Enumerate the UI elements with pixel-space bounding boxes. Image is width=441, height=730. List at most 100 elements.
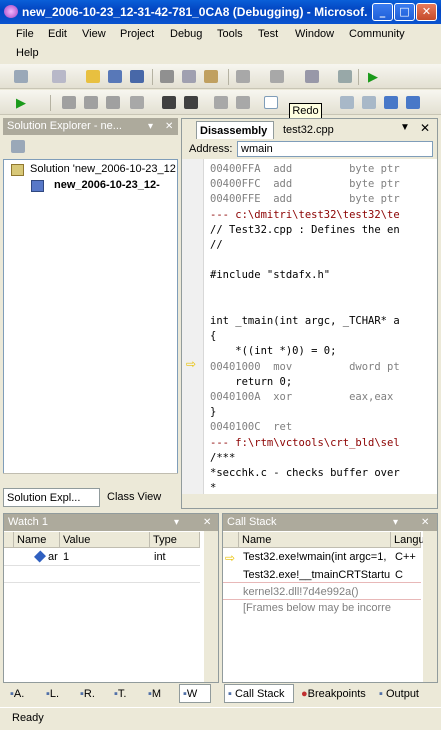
- find-icon[interactable]: [338, 70, 352, 83]
- menu-tools[interactable]: Tools: [217, 28, 243, 40]
- watch-header-name[interactable]: Name: [14, 532, 60, 548]
- menu-test[interactable]: Test: [258, 28, 278, 40]
- menu-help[interactable]: Help: [16, 47, 39, 59]
- horizontal-scrollbar[interactable]: [182, 494, 437, 508]
- outdent-icon[interactable]: [184, 96, 198, 109]
- properties-icon[interactable]: [11, 140, 25, 153]
- callstack-row-2-name[interactable]: kernel32.dll!7d4e992a(): [243, 586, 391, 598]
- app-icon: [4, 5, 18, 18]
- vertical-scrollbar[interactable]: [204, 531, 218, 682]
- menu-project[interactable]: Project: [120, 28, 154, 40]
- table-row-empty[interactable]: [4, 566, 200, 583]
- bookmark-icon[interactable]: [264, 96, 278, 109]
- callstack-header-name[interactable]: Name: [239, 532, 391, 548]
- horizontal-scrollbar[interactable]: [3, 473, 178, 489]
- paste-icon[interactable]: [204, 70, 218, 83]
- tab-disassembly[interactable]: Disassembly: [196, 121, 274, 140]
- new-project-icon[interactable]: [14, 70, 28, 83]
- code-line: 00400FFA add byte ptr: [210, 163, 400, 175]
- tab-test32-cpp[interactable]: test32.cpp: [280, 121, 340, 140]
- toolbar-separator: [50, 95, 51, 111]
- menu-window[interactable]: Window: [295, 28, 334, 40]
- save-icon[interactable]: [108, 70, 122, 83]
- tree-item-solution[interactable]: Solution 'new_2006-10-23_12: [30, 163, 176, 175]
- step-over-icon[interactable]: [84, 96, 98, 109]
- address-input[interactable]: wmain: [237, 141, 433, 157]
- open-folder-icon[interactable]: [86, 70, 100, 83]
- cut-icon[interactable]: [160, 70, 174, 83]
- table-row[interactable]: ar 1 int: [4, 549, 200, 566]
- tab-class-view[interactable]: Class View: [104, 488, 176, 507]
- code-area[interactable]: 00400FFA add byte ptr 00400FFC add byte p…: [182, 159, 437, 494]
- tab-threads[interactable]: ▪T.: [111, 685, 141, 704]
- code-line: {: [210, 330, 217, 343]
- watch-header-value[interactable]: Value: [60, 532, 150, 548]
- tab-breakpoints[interactable]: ●Breakpoints: [298, 685, 370, 704]
- callstack-row-0-name[interactable]: Test32.exe!wmain(int argc=1,: [243, 551, 391, 563]
- watch-menu-icon[interactable]: ▾: [174, 514, 179, 531]
- uncomment-icon[interactable]: [236, 96, 250, 109]
- callstack-close-icon[interactable]: ✕: [421, 514, 429, 531]
- add-item-icon[interactable]: [52, 70, 66, 83]
- tab-dropdown-icon[interactable]: ▼: [400, 122, 410, 133]
- tab-autos[interactable]: ▪A.: [7, 685, 35, 704]
- step-out-icon[interactable]: [106, 96, 120, 109]
- tab-solution-explorer[interactable]: Solution Expl...: [3, 488, 100, 507]
- tab-threads-label: T.: [117, 688, 127, 700]
- toolbar-separator: [152, 69, 153, 85]
- vertical-scrollbar[interactable]: [423, 531, 437, 682]
- clear-bookmarks-icon[interactable]: [406, 96, 420, 109]
- start-debug-icon[interactable]: ▶: [368, 69, 378, 85]
- indent-icon[interactable]: [162, 96, 176, 109]
- bottom-left-tab-strip: ▪A. ▪L. ▪R. ▪T. ▪M ▪W: [3, 683, 219, 705]
- tab-registers[interactable]: ▪R.: [77, 685, 107, 704]
- menu-bar: File Edit View Project Debug Tools Test …: [0, 24, 441, 64]
- panel-menu-icon[interactable]: ▾: [148, 118, 153, 135]
- close-button[interactable]: ✕: [416, 3, 437, 21]
- solution-explorer-title-text: Solution Explorer - ne...: [7, 120, 122, 132]
- menu-edit[interactable]: Edit: [48, 28, 67, 40]
- watch-header-spacer: [4, 532, 14, 548]
- continue-icon[interactable]: ▶: [16, 95, 26, 111]
- menu-community[interactable]: Community: [349, 28, 405, 40]
- callstack-header-language[interactable]: Langu: [391, 532, 425, 548]
- menu-file[interactable]: File: [16, 28, 34, 40]
- window-title: new_2006-10-23_12-31-42-781_0CA8 (Debugg…: [22, 5, 367, 19]
- redo-icon[interactable]: [270, 70, 284, 83]
- prev-bookmark-icon[interactable]: [340, 96, 354, 109]
- next-file-bookmark-icon[interactable]: [384, 96, 398, 109]
- watch-row-value[interactable]: 1: [63, 551, 69, 563]
- minimize-button[interactable]: _: [372, 3, 393, 21]
- watch-header-type[interactable]: Type: [150, 532, 200, 548]
- tab-disassembly-label: Disassembly: [200, 125, 268, 137]
- callstack-menu-icon[interactable]: ▾: [393, 514, 398, 531]
- next-bookmark-icon[interactable]: [362, 96, 376, 109]
- undo-icon[interactable]: [236, 70, 250, 83]
- code-line: #include "stdafx.h": [210, 269, 331, 282]
- copy-icon[interactable]: [182, 70, 196, 83]
- title-bar: new_2006-10-23_12-31-42-781_0CA8 (Debugg…: [0, 0, 441, 24]
- tab-output[interactable]: ▪ Output: [376, 685, 434, 704]
- save-all-icon[interactable]: [130, 70, 144, 83]
- tab-call-stack[interactable]: ▪ Call Stack: [224, 684, 294, 703]
- comment-icon[interactable]: [214, 96, 228, 109]
- panel-close-icon[interactable]: ✕: [165, 118, 173, 135]
- watch-close-icon[interactable]: ✕: [203, 514, 211, 531]
- navigate-icon[interactable]: [305, 70, 319, 83]
- tab-watch[interactable]: ▪W: [179, 684, 211, 703]
- tree-item-project[interactable]: new_2006-10-23_12-: [54, 179, 160, 191]
- maximize-button[interactable]: □: [394, 3, 415, 21]
- callstack-title-text: Call Stack: [227, 516, 277, 528]
- menu-debug[interactable]: Debug: [170, 28, 202, 40]
- tab-memory[interactable]: ▪M: [145, 685, 175, 704]
- document-close-icon[interactable]: ✕: [420, 121, 430, 135]
- callstack-row-1-name[interactable]: Test32.exe!__tmainCRTStartu: [243, 569, 391, 581]
- callstack-row-3-name[interactable]: [Frames below may be incorrec: [243, 602, 391, 614]
- tab-call-stack-label: Call Stack: [234, 688, 285, 700]
- code-line: --- f:\rtm\vctools\crt_bld\sel: [210, 436, 400, 449]
- tab-locals[interactable]: ▪L.: [43, 685, 71, 704]
- step-into-icon[interactable]: [62, 96, 76, 109]
- menu-view[interactable]: View: [82, 28, 106, 40]
- font-size-icon[interactable]: [130, 96, 144, 109]
- code-line: *secchk.c - checks buffer over: [210, 467, 400, 479]
